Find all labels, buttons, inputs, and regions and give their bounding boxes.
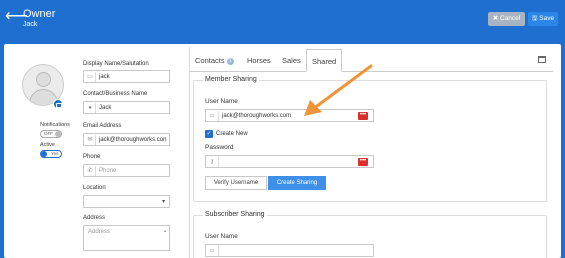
notifications-toggle[interactable]: OFF — [40, 130, 62, 138]
address-label: Address — [83, 215, 106, 221]
subscriber-sharing-legend: Subscriber Sharing — [203, 211, 267, 218]
id-card-icon: ▭ — [209, 248, 215, 254]
create-new-label: Create New — [216, 131, 248, 137]
id-card-icon: ▭ — [87, 74, 93, 80]
member-sharing-legend: Member Sharing — [203, 76, 259, 83]
member-username-value: jack@thoroughworks.com — [222, 112, 292, 119]
phone-icon: ✆ — [87, 168, 93, 174]
verify-username-button[interactable]: Verify Username — [205, 176, 267, 190]
app-header: ⟵ Owner Jack ✖ Cancel 🖫 Save — [0, 0, 565, 40]
toggle-knob — [41, 151, 47, 157]
page-subtitle: Jack — [23, 21, 38, 28]
display-name-value: jack — [99, 73, 110, 80]
active-label: Active — [40, 142, 55, 148]
password-field[interactable]: ⚷ ••• — [205, 155, 374, 168]
envelope-icon: ✉ — [87, 137, 93, 143]
tab-sales[interactable]: Sales — [282, 49, 301, 72]
member-username-field[interactable]: ▭ jack@thoroughworks.com ••• — [205, 109, 374, 122]
tab-shared[interactable]: Shared — [306, 49, 343, 72]
more-options-icon[interactable]: ••• — [358, 158, 368, 166]
tab-contacts-label: Contacts — [195, 56, 225, 65]
active-toggle[interactable]: Yes — [40, 150, 62, 158]
email-value: jack@thoroughworks.con — [99, 136, 167, 143]
contact-name-label: Contact/Business Name — [83, 91, 148, 97]
avatar-head-icon — [36, 72, 51, 87]
member-username-label: User Name — [205, 98, 238, 105]
notifications-toggle-text: OFF — [44, 131, 53, 136]
location-select[interactable]: ▾ — [83, 195, 170, 208]
more-options-icon[interactable]: ••• — [358, 112, 368, 120]
phone-label: Phone — [83, 154, 101, 160]
active-toggle-text: Yes — [51, 151, 59, 156]
subscriber-username-field[interactable]: ▭ — [205, 244, 374, 257]
address-placeholder: Address — [88, 229, 111, 235]
email-field[interactable]: ✉ jack@thoroughworks.con — [83, 133, 170, 146]
save-button[interactable]: 🖫 Save — [528, 12, 558, 26]
key-icon: ⚷ — [209, 159, 215, 165]
comment-icon: ▪ — [163, 229, 166, 235]
page-title: Owner — [23, 8, 56, 20]
id-card-icon: ▭ — [209, 113, 215, 119]
address-textarea[interactable]: Address ▪ — [83, 225, 170, 251]
create-new-checkbox[interactable]: ✓ — [205, 130, 213, 138]
tab-bar: Contacts 1 Horses Sales Shared — [189, 49, 553, 72]
email-label: Email Address — [83, 123, 122, 129]
display-name-field[interactable]: ▭ jack — [83, 70, 170, 83]
subscriber-username-label: User Name — [205, 233, 238, 240]
contacts-count-badge: 1 — [226, 57, 234, 65]
contact-name-value: Jack — [99, 104, 112, 111]
phone-placeholder: Phone — [99, 167, 117, 174]
chevron-down-icon: ▾ — [161, 199, 165, 205]
password-label: Password — [205, 144, 234, 151]
contact-name-field[interactable]: ● Jack — [83, 101, 170, 114]
create-sharing-button[interactable]: Create Sharing — [268, 176, 326, 190]
user-icon: ● — [88, 105, 92, 111]
cancel-button[interactable]: ✖ Cancel — [488, 12, 525, 26]
tab-horses[interactable]: Horses — [247, 49, 271, 72]
location-label: Location — [83, 185, 106, 191]
camera-icon[interactable] — [53, 99, 63, 109]
phone-field[interactable]: ✆ Phone — [83, 164, 170, 177]
toggle-knob — [55, 131, 61, 137]
notifications-label: Notifications — [40, 122, 70, 128]
window-icon[interactable] — [538, 56, 546, 63]
display-name-label: Display Name/Salutation — [83, 61, 149, 67]
tab-contacts[interactable]: Contacts 1 — [195, 49, 234, 72]
